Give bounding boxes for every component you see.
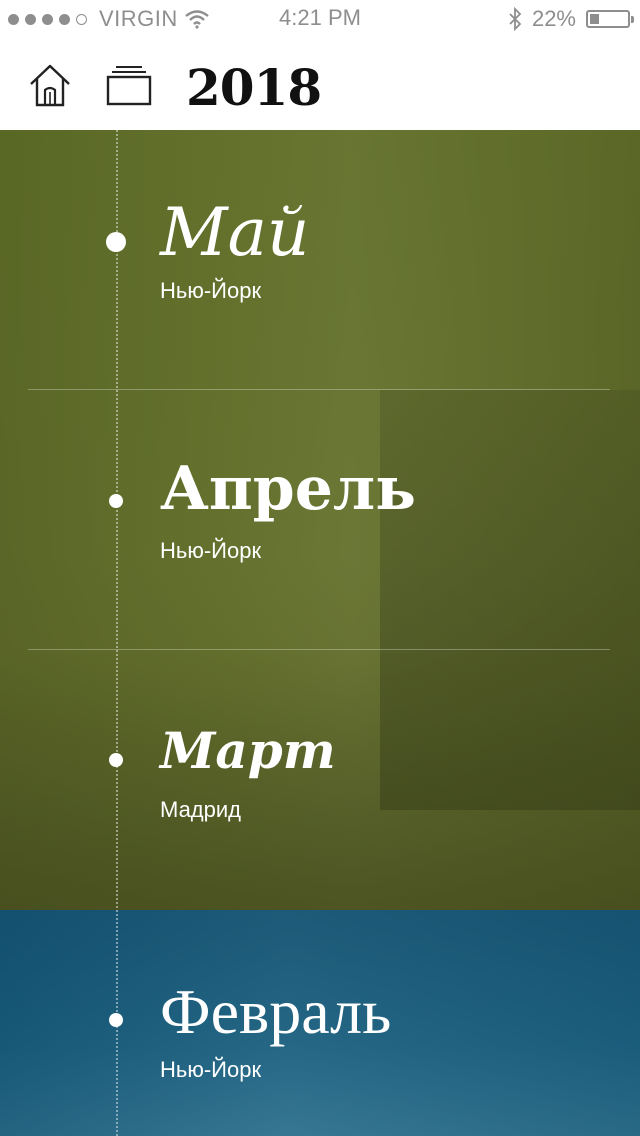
timeline-item-march[interactable]: Март Мадрид xyxy=(0,715,640,905)
month-title: Апрель xyxy=(160,454,416,524)
bluetooth-icon xyxy=(509,7,522,31)
month-title: Март xyxy=(160,721,336,780)
divider xyxy=(28,649,610,650)
city-label: Нью-Йорк xyxy=(160,278,262,303)
battery-percent: 22% xyxy=(531,6,576,31)
month-title: Февраль xyxy=(160,976,392,1047)
battery-icon xyxy=(586,10,634,28)
city-label: Нью-Йорк xyxy=(160,1057,262,1082)
city-label: Мадрид xyxy=(160,797,242,822)
cards-stack-icon xyxy=(106,66,152,106)
page-title: 2018 xyxy=(186,58,322,117)
albums-button[interactable] xyxy=(106,64,152,106)
status-bar: VIRGIN 4:21 PM 22% xyxy=(0,0,640,40)
timeline-item-february[interactable]: Февраль Нью-Йорк xyxy=(0,975,640,1125)
home-icon xyxy=(30,64,70,107)
timeline-bullet xyxy=(109,1013,123,1027)
divider xyxy=(28,389,610,390)
timeline-bullet xyxy=(109,494,123,508)
timeline-item-april[interactable]: Апрель Нью-Йорк xyxy=(0,450,640,650)
timeline-bullet xyxy=(106,232,126,252)
timeline-bullet xyxy=(109,753,123,767)
month-title: Май xyxy=(160,194,310,271)
app-header: 2018 xyxy=(0,40,640,130)
city-label: Нью-Йорк xyxy=(160,538,262,563)
status-right: 22% xyxy=(508,6,634,32)
home-button[interactable] xyxy=(28,62,72,108)
timeline-item-may[interactable]: Май Нью-Йорк xyxy=(0,190,640,390)
battery-fill xyxy=(590,14,599,24)
